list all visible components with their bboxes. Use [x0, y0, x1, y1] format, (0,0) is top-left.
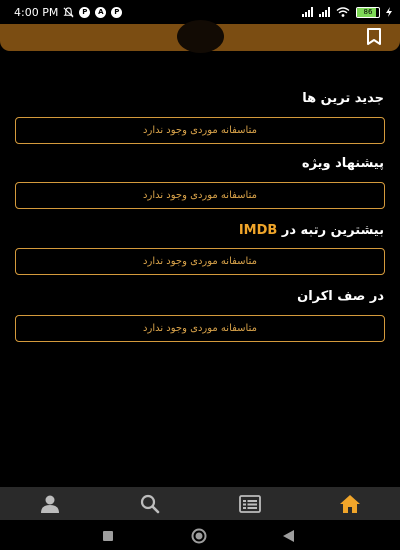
header-logo — [177, 20, 224, 53]
back-button-icon[interactable] — [283, 530, 294, 542]
section-title-newest: جدید ترین ها — [302, 91, 384, 106]
nav-profile[interactable] — [0, 487, 100, 520]
recents-button-icon[interactable] — [103, 531, 113, 541]
section-title-top-rated: بیشترین رتبه در IMDB — [239, 223, 384, 238]
profile-icon — [41, 495, 59, 513]
imdb-label: IMDB — [238, 223, 278, 238]
charging-icon — [386, 7, 392, 17]
section-title-coming-soon: در صف اکران — [297, 289, 384, 304]
search-icon — [140, 494, 160, 513]
a-app-icon: A — [95, 6, 107, 18]
nav-list[interactable] — [200, 487, 300, 520]
mute-icon — [63, 6, 74, 17]
wifi-icon — [336, 7, 350, 17]
signal-icon — [302, 7, 313, 17]
nav-search[interactable] — [100, 487, 200, 520]
home-button-icon[interactable] — [191, 528, 207, 544]
list-icon — [239, 494, 261, 513]
app-header — [0, 20, 400, 53]
status-time: 4:00 PM — [14, 5, 59, 19]
bookmark-icon[interactable] — [366, 28, 382, 46]
empty-message-top-rated: متاسفانه موردی وجود ندارد — [15, 248, 385, 275]
bottom-nav — [0, 487, 400, 520]
empty-message-newest: متاسفانه موردی وجود ندارد — [15, 117, 385, 144]
section-title-top-rated-prefix: بیشترین رتبه در — [281, 223, 384, 238]
home-icon — [340, 494, 360, 513]
empty-message-special-offer: متاسفانه موردی وجود ندارد — [15, 182, 385, 209]
battery-level: 86 — [363, 7, 373, 16]
p-app-icon: P — [111, 6, 123, 18]
p-app-icon: P — [79, 6, 91, 18]
battery-icon: 86 — [356, 6, 380, 18]
system-nav-bar — [0, 520, 400, 550]
empty-message-coming-soon: متاسفانه موردی وجود ندارد — [15, 315, 385, 342]
section-title-special-offer: پیشنهاد ویژه — [301, 156, 384, 171]
signal-icon — [319, 7, 330, 17]
nav-home[interactable] — [300, 487, 400, 520]
